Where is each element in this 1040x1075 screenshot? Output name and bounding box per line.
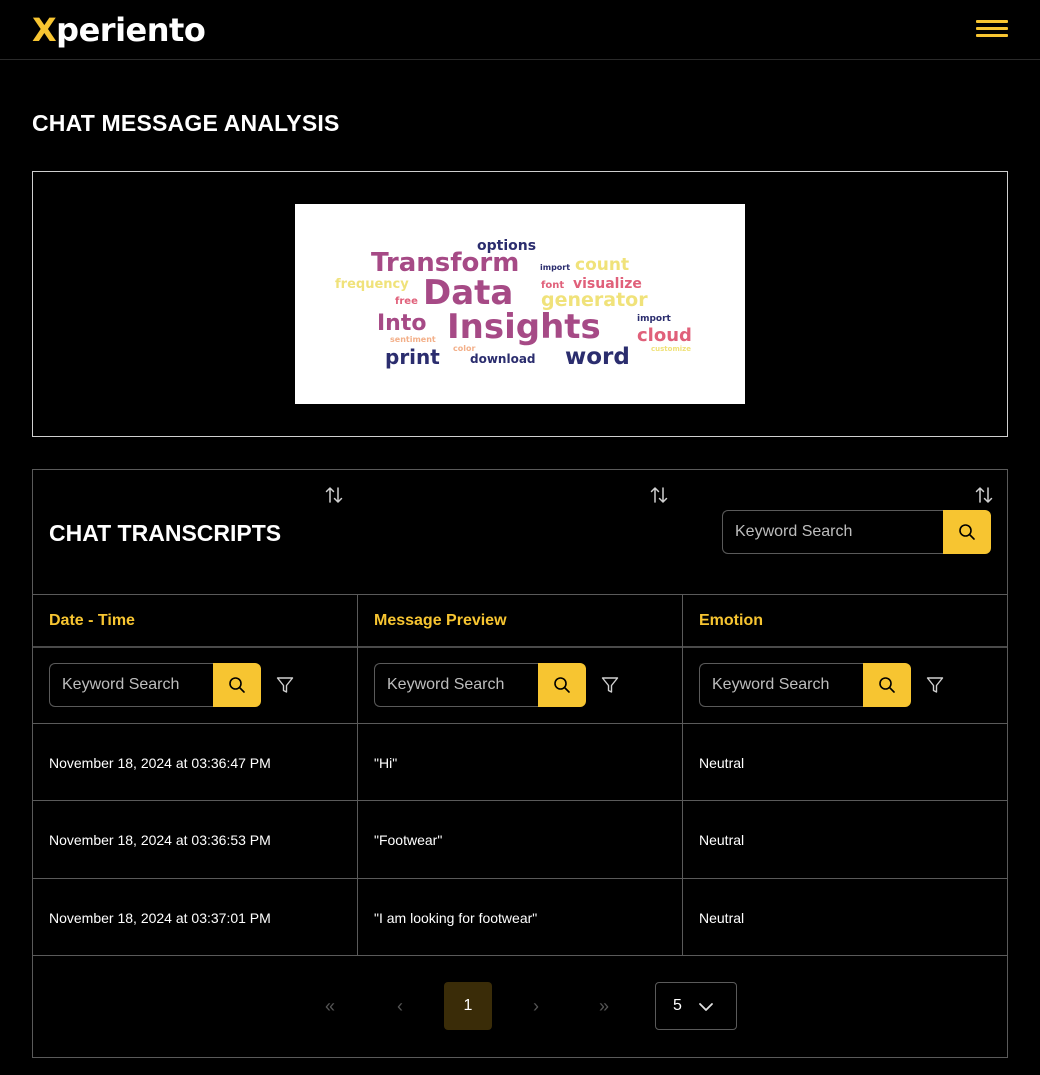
cell-message: "Footwear" <box>374 832 443 848</box>
divider <box>33 878 1007 879</box>
hamburger-line <box>976 34 1008 37</box>
cloud-word: cloud <box>637 325 692 346</box>
cloud-word: frequency <box>335 277 409 292</box>
cell-message: "I am looking for footwear" <box>374 910 538 926</box>
divider <box>357 594 358 955</box>
message-filter <box>374 663 586 707</box>
next-page-button[interactable]: › <box>512 982 560 1030</box>
global-search-button[interactable] <box>943 510 991 554</box>
datetime-filter-input[interactable] <box>49 663 213 707</box>
transcripts-card: CHAT TRANSCRIPTS Date - Time Message Pre… <box>32 469 1008 1058</box>
search-icon <box>879 677 895 693</box>
hamburger-menu-icon[interactable] <box>976 20 1008 40</box>
column-header-label: Emotion <box>699 612 763 629</box>
divider <box>33 723 1007 724</box>
sort-icon[interactable] <box>324 485 344 505</box>
column-header-message[interactable]: Message Preview <box>374 596 674 646</box>
search-icon <box>959 524 975 540</box>
cell-message: "Hi" <box>374 755 398 771</box>
hamburger-line <box>976 27 1008 30</box>
message-filter-input[interactable] <box>374 663 538 707</box>
emotion-filter-search-button[interactable] <box>863 663 911 707</box>
search-icon <box>229 677 245 693</box>
column-header-label: Message Preview <box>374 612 507 629</box>
cloud-word: download <box>470 352 536 366</box>
divider <box>33 646 1007 648</box>
cell-datetime: November 18, 2024 at 03:37:01 PM <box>49 910 271 926</box>
brand-logo-x: X <box>32 11 57 49</box>
cell-datetime: November 18, 2024 at 03:36:53 PM <box>49 832 271 848</box>
sort-icon[interactable] <box>974 485 994 505</box>
filter-icon[interactable] <box>925 675 945 695</box>
cloud-word: Insights <box>447 307 601 347</box>
search-icon <box>554 677 570 693</box>
previous-page-button[interactable]: ‹ <box>376 982 424 1030</box>
cell-datetime: November 18, 2024 at 03:36:47 PM <box>49 755 271 771</box>
emotion-filter <box>699 663 911 707</box>
top-navbar: Xperiento <box>0 0 1040 60</box>
rows-per-page-value: 5 <box>673 997 682 1014</box>
cloud-word: customize <box>651 345 691 353</box>
cloud-word: import <box>637 314 672 324</box>
column-header-emotion[interactable]: Emotion <box>699 596 999 646</box>
cloud-word: count <box>575 255 629 275</box>
global-search-input[interactable] <box>722 510 943 554</box>
cloud-word: import <box>540 263 570 272</box>
page-1-button[interactable]: 1 <box>444 982 492 1030</box>
cloud-word: Into <box>377 311 426 336</box>
last-page-button[interactable]: » <box>580 982 628 1030</box>
cell-emotion: Neutral <box>699 755 745 771</box>
column-header-label: Date - Time <box>49 612 135 629</box>
cloud-word: print <box>385 345 440 369</box>
divider <box>33 594 1007 595</box>
chevron-down-icon <box>699 1003 713 1011</box>
filter-icon[interactable] <box>275 675 295 695</box>
cell-emotion: Neutral <box>699 832 745 848</box>
message-filter-search-button[interactable] <box>538 663 586 707</box>
brand-logo[interactable]: Xperiento <box>32 10 206 50</box>
cloud-word: word <box>565 344 630 370</box>
divider <box>682 594 683 955</box>
analysis-section-title: CHAT MESSAGE ANALYSIS <box>32 110 340 136</box>
rows-per-page-select[interactable]: 5 <box>655 982 737 1030</box>
cloud-word: free <box>395 296 418 307</box>
column-header-datetime[interactable]: Date - Time <box>49 596 349 646</box>
emotion-filter-input[interactable] <box>699 663 863 707</box>
filter-icon[interactable] <box>600 675 620 695</box>
divider <box>33 955 1007 956</box>
word-cloud-panel: options Transform import count frequency… <box>32 171 1008 437</box>
cloud-word: sentiment <box>390 335 436 344</box>
datetime-filter-search-button[interactable] <box>213 663 261 707</box>
global-search <box>722 510 991 554</box>
divider <box>33 800 1007 801</box>
sort-icon[interactable] <box>649 485 669 505</box>
cell-emotion: Neutral <box>699 910 745 926</box>
first-page-button[interactable]: « <box>306 982 354 1030</box>
brand-logo-text: periento <box>56 11 206 49</box>
word-cloud-image: options Transform import count frequency… <box>295 204 745 404</box>
hamburger-line <box>976 20 1008 23</box>
datetime-filter <box>49 663 261 707</box>
transcripts-title: CHAT TRANSCRIPTS <box>49 520 282 546</box>
